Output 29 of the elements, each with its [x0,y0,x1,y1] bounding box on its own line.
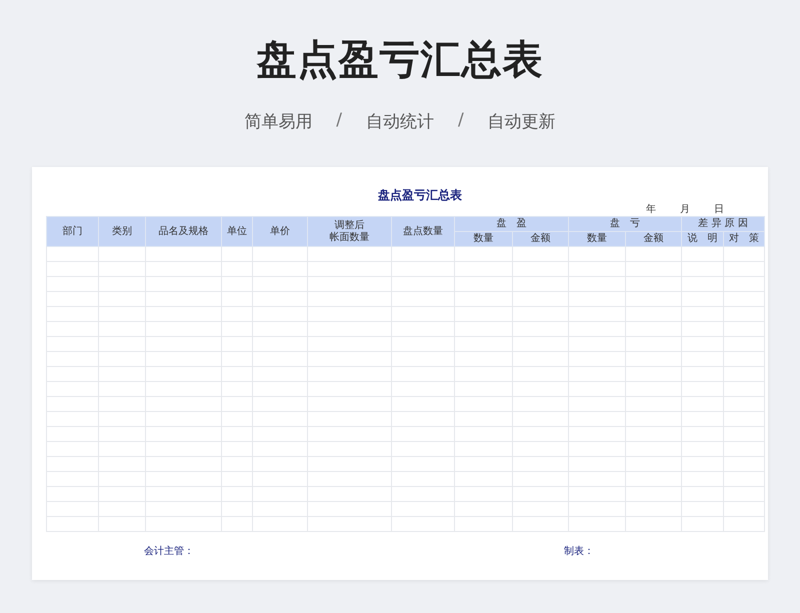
column-header: 调整后 [334,220,364,230]
column-header: 单位 [222,216,252,246]
date-label: 月 [680,203,690,216]
column-header: 帐面数量 [330,232,370,242]
column-group-header: 盘 盈 [454,216,568,232]
column-group-header: 盘 亏 [568,216,682,232]
signature-label: 会计主管： [144,544,194,558]
separator: / [336,110,342,132]
column-header: 数量 [454,232,512,246]
date-label: 日 [714,203,724,216]
column-header: 盘点数量 [392,216,454,246]
feature-label: 简单易用 [244,111,312,133]
separator: / [458,110,464,132]
feature-label: 自动更新 [488,111,556,133]
column-header: 部门 [46,216,98,246]
date-label: 年 [646,203,656,216]
feature-label: 自动统计 [366,111,434,133]
column-header: 对 策 [723,232,764,246]
column-header: 数量 [568,232,625,246]
column-header: 单价 [252,216,308,246]
column-group-header: 差 异 原 因 [682,216,764,232]
column-header: 品名及规格 [146,216,222,246]
signature-label: 制表： [564,544,594,558]
column-header: 金额 [512,232,568,246]
page-title: 盘点盈亏汇总表 [256,36,544,85]
sheet-title: 盘点盈亏汇总表 [378,188,462,202]
column-header: 金额 [625,232,682,246]
column-header: 说 明 [682,232,723,246]
column-header: 类别 [98,216,146,246]
